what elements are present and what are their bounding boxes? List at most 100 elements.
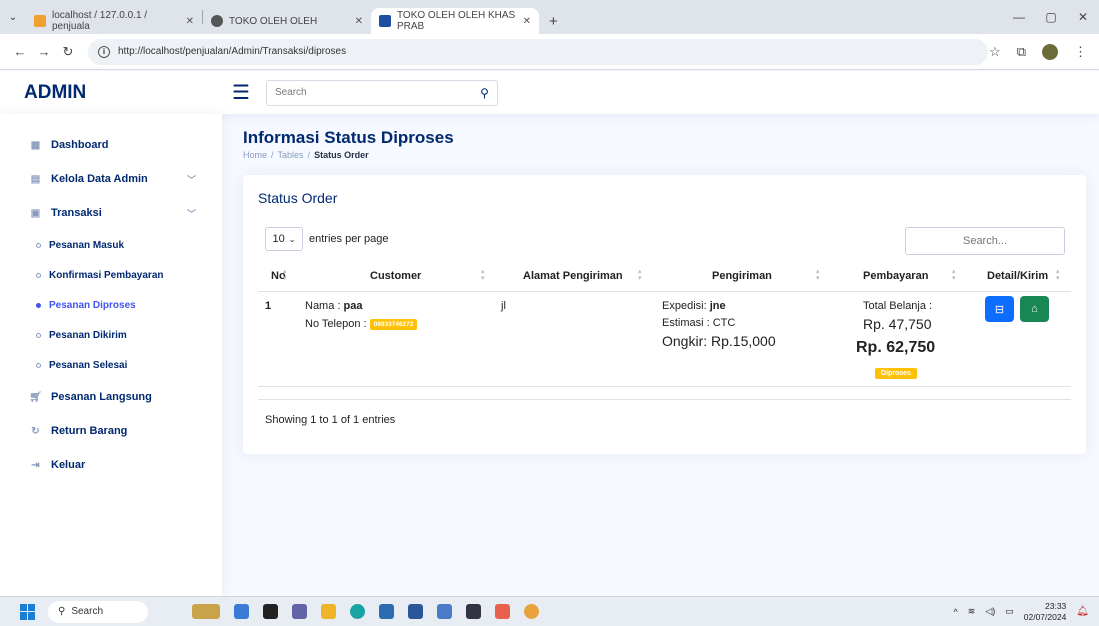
sidebar-item-return-barang[interactable]: ↻ Return Barang: [0, 414, 222, 448]
sidebar-subitem-pesanan-diproses[interactable]: Pesanan Diproses: [0, 290, 222, 320]
reload-icon[interactable]: ↻: [56, 44, 80, 60]
logout-icon: ⇥: [31, 459, 40, 471]
windows-start-icon[interactable]: [20, 603, 36, 620]
close-tab-icon[interactable]: ✕: [186, 16, 194, 27]
sort-icon[interactable]: ▴ ▾: [481, 268, 485, 282]
column-header-detail-kirim[interactable]: Detail/Kirim: [987, 270, 1048, 282]
word-icon[interactable]: [408, 604, 423, 619]
status-order-card: Status Order 10 ⌄ entries per page No ▴▾…: [243, 175, 1086, 454]
xampp-icon[interactable]: [495, 604, 510, 619]
table-search-input[interactable]: [906, 228, 1064, 254]
toggle-sidebar-icon[interactable]: ☰: [232, 80, 250, 105]
extensions-icon[interactable]: ⧉: [1017, 44, 1026, 60]
entries-per-page: 10 ⌄ entries per page: [265, 227, 389, 251]
file-explorer-icon[interactable]: [321, 604, 336, 619]
url-text: http://localhost/penjualan/Admin/Transak…: [118, 46, 347, 57]
sort-icon[interactable]: ▴ ▾: [816, 268, 820, 282]
estimate-text: Estimasi : CTC: [662, 317, 736, 329]
breadcrumb-home[interactable]: Home: [243, 150, 267, 160]
detail-button[interactable]: ⊟: [985, 296, 1014, 322]
breadcrumb-separator: /: [271, 150, 274, 160]
notepad-icon[interactable]: [466, 604, 481, 619]
column-header-customer[interactable]: Customer: [370, 270, 421, 282]
sidebar-subitem-label: Pesanan Dikirim: [49, 329, 127, 341]
circle-icon: [36, 272, 41, 278]
new-tab-icon[interactable]: +: [539, 8, 568, 34]
column-header-alamat[interactable]: Alamat Pengiriman: [523, 270, 623, 282]
system-tray: ^ ≋ ◁) ▭ 23:33 02/07/2024 🔔︎: [954, 601, 1099, 623]
shipping-address: jl: [501, 300, 506, 312]
browser-tab-active[interactable]: TOKO OLEH OLEH KHAS PRAB ✕: [371, 8, 539, 34]
per-page-select[interactable]: 10 ⌄: [265, 227, 303, 251]
expedition-label: Expedisi:: [662, 300, 707, 312]
sidebar-item-dashboard[interactable]: ▦ Dashboard: [0, 128, 222, 162]
sidebar-subitem-label: Pesanan Diproses: [49, 299, 136, 311]
sidebar-item-keluar[interactable]: ⇥ Keluar: [0, 448, 222, 482]
photos-icon[interactable]: [437, 604, 452, 619]
browser-tab-bar: ⌄ localhost / 127.0.0.1 / penjuala ✕ TOK…: [0, 0, 1099, 34]
browser-tab[interactable]: TOKO OLEH OLEH ✕: [203, 8, 371, 34]
profile-avatar[interactable]: [1042, 43, 1058, 60]
sidebar-subitem-pesanan-masuk[interactable]: Pesanan Masuk: [0, 230, 222, 260]
breadcrumb-tables[interactable]: Tables: [278, 150, 304, 160]
url-field[interactable]: i http://localhost/penjualan/Admin/Trans…: [88, 38, 988, 65]
site-logo-icon: [379, 15, 391, 27]
site-info-icon[interactable]: i: [98, 45, 110, 58]
per-page-value: 10: [272, 233, 285, 245]
battery-icon[interactable]: ▭: [1005, 606, 1014, 617]
bag-icon: ⊟: [994, 303, 1005, 316]
widgets-icon[interactable]: [192, 604, 220, 619]
app-logo[interactable]: ADMIN: [0, 82, 232, 104]
close-window-icon[interactable]: ✕: [1067, 0, 1099, 34]
sort-icon[interactable]: ▴ ▾: [283, 268, 287, 282]
circle-icon: [36, 362, 41, 368]
cart-icon: 🛒︎: [29, 391, 42, 403]
calendar-icon: ▣: [30, 207, 41, 219]
bookmark-star-icon[interactable]: ☆: [989, 44, 1001, 60]
tab-label: localhost / 127.0.0.1 / penjuala: [52, 10, 148, 32]
total-label: Total Belanja :: [863, 300, 933, 312]
volume-icon[interactable]: ◁): [985, 606, 995, 617]
chevron-down-icon: ﹀: [186, 174, 196, 185]
notification-bell-icon[interactable]: 🔔︎: [1076, 606, 1089, 617]
breadcrumb-current: Status Order: [314, 150, 369, 160]
sort-icon[interactable]: ▴ ▾: [1056, 268, 1060, 282]
sidebar-item-transaksi[interactable]: ▣ Transaksi ﹀: [0, 196, 222, 230]
tab-list-dropdown-icon[interactable]: ⌄: [0, 0, 26, 34]
status-badge: Diproses: [875, 367, 917, 379]
edge-icon[interactable]: [350, 604, 365, 619]
send-button[interactable]: ⌂: [1020, 296, 1049, 322]
minimize-icon[interactable]: —: [1003, 0, 1035, 34]
restore-icon[interactable]: ▢: [1035, 0, 1067, 34]
search-icon[interactable]: ⚲: [480, 86, 489, 100]
header-search-input[interactable]: Search ⚲: [265, 79, 498, 106]
chevron-down-icon: ﹀: [186, 208, 196, 219]
store-icon[interactable]: [379, 604, 394, 619]
clock[interactable]: 23:33 02/07/2024: [1024, 601, 1067, 623]
sort-icon[interactable]: ▴ ▾: [952, 268, 956, 282]
menu-kebab-icon[interactable]: ⋮: [1074, 44, 1087, 60]
sidebar-item-kelola-data-admin[interactable]: ▤ Kelola Data Admin ﹀: [0, 162, 222, 196]
task-view-icon[interactable]: [263, 604, 278, 619]
table-search-field[interactable]: [905, 227, 1065, 255]
browser-tab[interactable]: localhost / 127.0.0.1 / penjuala ✕: [26, 8, 202, 34]
wifi-icon[interactable]: ≋: [968, 606, 976, 617]
sidebar-subitem-pesanan-dikirim[interactable]: Pesanan Dikirim: [0, 320, 222, 350]
column-header-pengiriman[interactable]: Pengiriman: [712, 270, 772, 282]
chrome-icon[interactable]: [524, 604, 539, 619]
back-icon[interactable]: ←: [8, 44, 32, 59]
sidebar-subitem-konfirmasi-pembayaran[interactable]: Konfirmasi Pembayaran: [0, 260, 222, 290]
close-tab-icon[interactable]: ✕: [355, 16, 363, 27]
sidebar-item-pesanan-langsung[interactable]: 🛒︎ Pesanan Langsung: [0, 380, 222, 414]
sidebar-subitem-pesanan-selesai[interactable]: Pesanan Selesai: [0, 350, 222, 380]
chevron-up-icon[interactable]: ^: [954, 607, 958, 617]
close-tab-icon[interactable]: ✕: [523, 16, 531, 27]
column-header-pembayaran[interactable]: Pembayaran: [863, 270, 928, 282]
sort-icon[interactable]: ▴ ▾: [638, 268, 642, 282]
sidebar-item-label: Pesanan Langsung: [51, 391, 152, 403]
forward-icon[interactable]: →: [32, 44, 56, 59]
taskbar-search[interactable]: ⚲ Search: [48, 600, 148, 623]
teams-icon[interactable]: [292, 604, 307, 619]
chat-icon[interactable]: [234, 604, 249, 619]
row-divider: [258, 386, 1071, 387]
